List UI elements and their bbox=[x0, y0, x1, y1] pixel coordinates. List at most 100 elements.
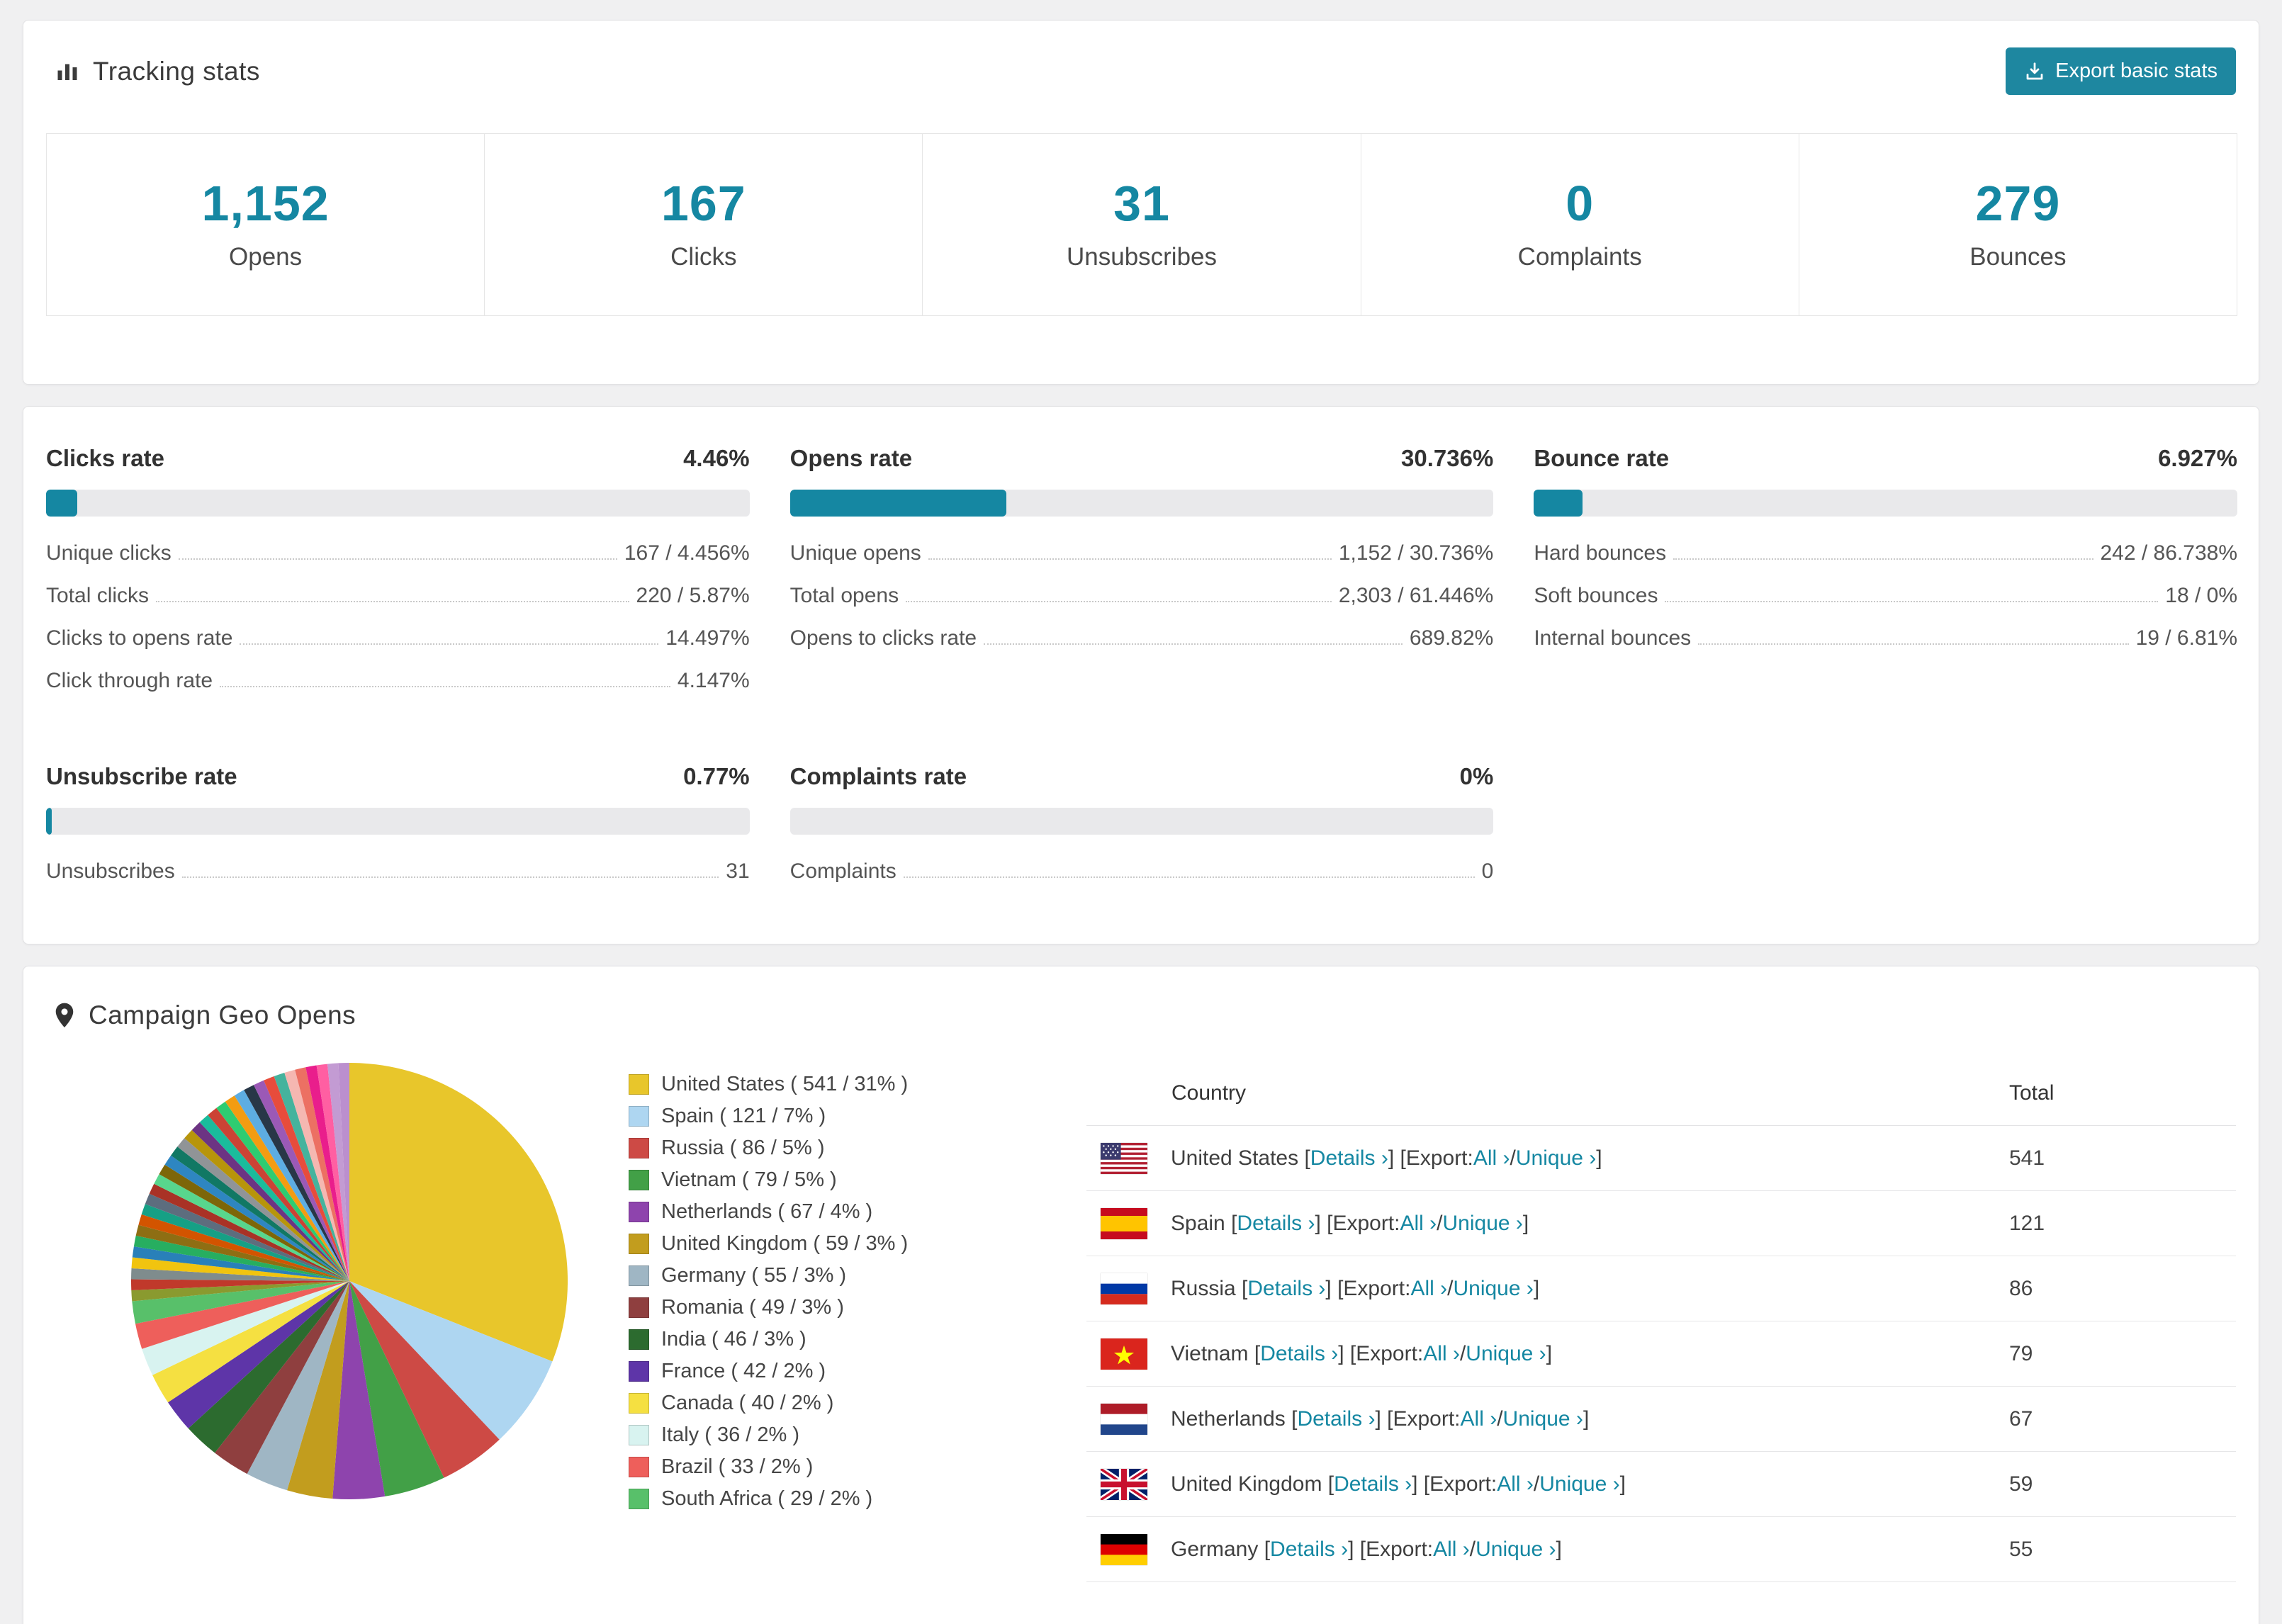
legend-item-germany[interactable]: Germany ( 55 / 3% ) bbox=[629, 1264, 1086, 1287]
progress-fill bbox=[46, 808, 52, 835]
flag-us-icon bbox=[1101, 1142, 1147, 1174]
legend-item-canada[interactable]: Canada ( 40 / 2% ) bbox=[629, 1392, 1086, 1415]
legend-swatch bbox=[629, 1329, 649, 1350]
legend-item-france[interactable]: France ( 42 / 2% ) bbox=[629, 1360, 1086, 1383]
export-all-link[interactable]: All › bbox=[1433, 1538, 1470, 1562]
rate-section-clicks-rate: Clicks rate 4.46% Unique clicks 167 / 4.456… bbox=[46, 445, 750, 702]
dotted-leader bbox=[1673, 558, 2093, 560]
rate-stat-label: Click through rate bbox=[46, 669, 213, 692]
flag-nl-icon bbox=[1101, 1403, 1147, 1435]
legend-label: United States ( 541 / 31% ) bbox=[661, 1073, 909, 1095]
export-unique-link[interactable]: Unique › bbox=[1466, 1342, 1546, 1366]
table-row-germany: Germany [Details ›] [Export: All › / Uni… bbox=[1086, 1517, 2236, 1582]
rate-section-opens-rate: Opens rate 30.736% Unique opens 1,152 / 30.… bbox=[789, 445, 1494, 702]
tracking-stats-title: Tracking stats bbox=[55, 57, 260, 86]
country-name: United States bbox=[1171, 1146, 1299, 1170]
export-all-link[interactable]: All › bbox=[1423, 1342, 1460, 1366]
dotted-leader bbox=[181, 876, 719, 878]
legend-swatch bbox=[629, 1234, 649, 1254]
stat-label-complaints: Complaints bbox=[1517, 243, 1642, 271]
legend-item-italy[interactable]: Italy ( 36 / 2% ) bbox=[629, 1423, 1086, 1447]
legend-label: Netherlands ( 67 / 4% ) bbox=[661, 1200, 873, 1223]
flag-ru-icon bbox=[1101, 1273, 1147, 1304]
legend-swatch bbox=[629, 1457, 649, 1477]
legend-item-vietnam[interactable]: Vietnam ( 79 / 5% ) bbox=[629, 1168, 1086, 1192]
dotted-leader bbox=[928, 558, 1332, 560]
export-unique-link[interactable]: Unique › bbox=[1539, 1472, 1619, 1496]
legend-item-united-states[interactable]: United States ( 541 / 31% ) bbox=[629, 1073, 1086, 1096]
details-link[interactable]: Details › bbox=[1260, 1342, 1338, 1366]
rate-title: Opens rate bbox=[789, 445, 913, 471]
export-basic-stats-button[interactable]: Export basic stats bbox=[2006, 47, 2236, 95]
rate-value: 0% bbox=[1459, 763, 1494, 789]
rates-card: Clicks rate 4.46% Unique clicks 167 / 4.456… bbox=[23, 406, 2259, 944]
rate-title: Clicks rate bbox=[46, 445, 164, 471]
flag-gb-icon bbox=[1101, 1468, 1147, 1500]
progress-fill bbox=[1534, 490, 1583, 517]
table-row-united-kingdom: United Kingdom [Details ›] [Export: All … bbox=[1086, 1452, 2236, 1517]
legend-swatch bbox=[629, 1361, 649, 1382]
rate-stat-row: Internal bounces 19 / 6.81% bbox=[1534, 617, 2237, 660]
dotted-leader bbox=[903, 876, 1475, 878]
rate-stat-label: Soft bounces bbox=[1534, 584, 1658, 607]
rate-stat-label: Total clicks bbox=[46, 584, 150, 607]
progress-fill bbox=[46, 490, 78, 517]
rate-stat-value: 1,152 / 30.736% bbox=[1338, 541, 1494, 565]
legend-swatch bbox=[629, 1297, 649, 1318]
export-all-link[interactable]: All › bbox=[1461, 1407, 1497, 1431]
rate-value: 4.46% bbox=[683, 445, 750, 471]
export-unique-link[interactable]: Unique › bbox=[1453, 1277, 1533, 1301]
rate-stat-label: Unique clicks bbox=[46, 541, 172, 565]
rate-value: 30.736% bbox=[1401, 445, 1494, 471]
details-link[interactable]: Details › bbox=[1310, 1146, 1388, 1171]
export-unique-link[interactable]: Unique › bbox=[1503, 1407, 1583, 1431]
campaign-geo-opens-title: Campaign Geo Opens bbox=[23, 1000, 2259, 1030]
legend-item-south-africa[interactable]: South Africa ( 29 / 2% ) bbox=[629, 1487, 1086, 1511]
tracking-stats-title-text: Tracking stats bbox=[93, 56, 260, 86]
country-cell: Netherlands [Details ›] [Export: All › /… bbox=[1101, 1403, 2009, 1435]
rate-section-complaints-rate: Complaints rate 0% Complaints 0 bbox=[789, 763, 1494, 893]
export-unique-link[interactable]: Unique › bbox=[1516, 1146, 1596, 1171]
stat-label-opens: Opens bbox=[229, 243, 303, 271]
progress-bar bbox=[789, 808, 1494, 835]
table-row-spain: Spain [Details ›] [Export: All › / Uniqu… bbox=[1086, 1191, 2236, 1256]
export-unique-link[interactable]: Unique › bbox=[1443, 1212, 1523, 1236]
table-row-netherlands: Netherlands [Details ›] [Export: All › /… bbox=[1086, 1387, 2236, 1452]
legend-item-spain[interactable]: Spain ( 121 / 7% ) bbox=[629, 1105, 1086, 1128]
legend-item-romania[interactable]: Romania ( 49 / 3% ) bbox=[629, 1296, 1086, 1319]
export-all-link[interactable]: All › bbox=[1497, 1472, 1534, 1496]
legend-item-india[interactable]: India ( 46 / 3% ) bbox=[629, 1328, 1086, 1351]
flag-vn-icon bbox=[1101, 1338, 1147, 1370]
export-all-link[interactable]: All › bbox=[1400, 1212, 1437, 1236]
legend-item-brazil[interactable]: Brazil ( 33 / 2% ) bbox=[629, 1455, 1086, 1479]
stat-box-opens: 1,152 Opens bbox=[46, 133, 485, 316]
details-link[interactable]: Details › bbox=[1247, 1277, 1325, 1301]
details-link[interactable]: Details › bbox=[1237, 1212, 1315, 1236]
export-all-link[interactable]: All › bbox=[1473, 1146, 1510, 1171]
rate-title: Bounce rate bbox=[1534, 445, 1670, 471]
legend-item-netherlands[interactable]: Netherlands ( 67 / 4% ) bbox=[629, 1200, 1086, 1224]
stat-value-complaints: 0 bbox=[1566, 176, 1595, 231]
legend-item-united-kingdom[interactable]: United Kingdom ( 59 / 3% ) bbox=[629, 1232, 1086, 1256]
geo-opens-table: Country Total United States [Details ›] [E… bbox=[1086, 1064, 2236, 1582]
legend-item-russia[interactable]: Russia ( 86 / 5% ) bbox=[629, 1137, 1086, 1160]
country-cell: Spain [Details ›] [Export: All › / Uniqu… bbox=[1101, 1207, 2009, 1239]
legend-swatch bbox=[629, 1265, 649, 1286]
stat-label-unsubscribes: Unsubscribes bbox=[1066, 243, 1218, 271]
rate-stat-row: Click through rate 4.147% bbox=[46, 660, 750, 702]
campaign-geo-opens-card: Campaign Geo Opens United States ( 541 /… bbox=[23, 966, 2259, 1624]
export-unique-link[interactable]: Unique › bbox=[1476, 1538, 1556, 1562]
details-link[interactable]: Details › bbox=[1297, 1407, 1375, 1431]
details-link[interactable]: Details › bbox=[1334, 1472, 1412, 1496]
details-link[interactable]: Details › bbox=[1270, 1538, 1348, 1562]
rates-grid: Clicks rate 4.46% Unique clicks 167 / 4.456… bbox=[46, 445, 2237, 893]
country-cell: Germany [Details ›] [Export: All › / Uni… bbox=[1101, 1533, 2009, 1565]
location-pin-icon bbox=[53, 1002, 76, 1029]
rate-stat-label: Unique opens bbox=[789, 541, 921, 565]
legend-label: Italy ( 36 / 2% ) bbox=[661, 1423, 800, 1446]
geo-opens-pie-chart[interactable] bbox=[130, 1061, 583, 1504]
country-cell: United Kingdom [Details ›] [Export: All … bbox=[1101, 1468, 2009, 1500]
country-cell: Vietnam [Details ›] [Export: All › / Uni… bbox=[1101, 1338, 2009, 1370]
export-all-link[interactable]: All › bbox=[1410, 1277, 1447, 1301]
legend-swatch bbox=[629, 1074, 649, 1095]
